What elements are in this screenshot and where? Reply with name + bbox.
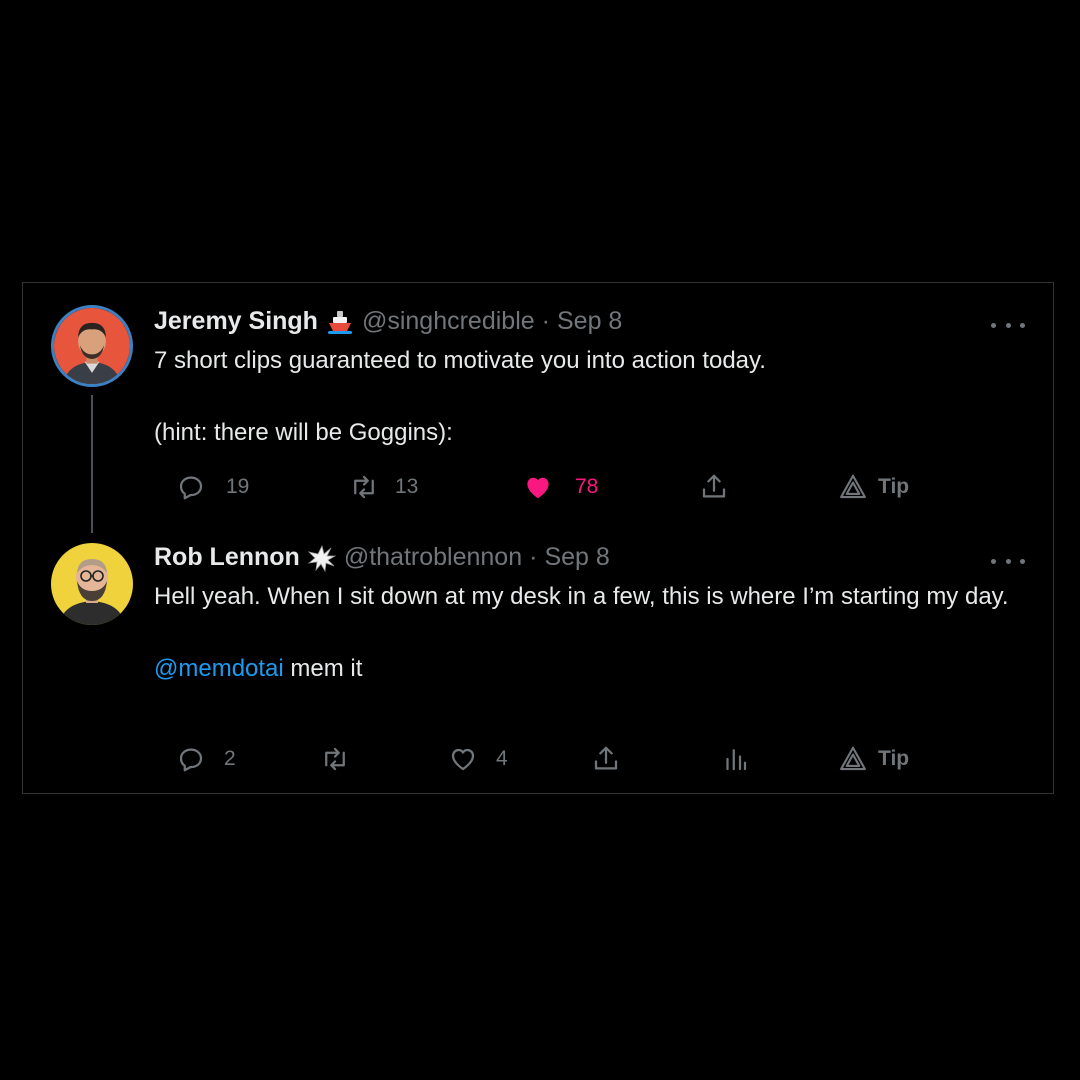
ship-icon: [326, 308, 354, 336]
explosion-icon: [307, 544, 336, 572]
tweet-line: (hint: there will be Goggins):: [154, 419, 453, 446]
tweet-thread-card: Jeremy Singh @singhcredible · Sep 8 7 sh…: [22, 282, 1054, 794]
separator-dot: ·: [541, 307, 550, 335]
user-handle[interactable]: @thatroblennon: [344, 543, 522, 572]
tip-label: Tip: [878, 747, 910, 770]
thread-connector-line: [91, 395, 93, 533]
reply-button[interactable]: 19: [176, 467, 249, 507]
avatar-jeremy-image: [54, 308, 130, 384]
tweet-header: Jeremy Singh @singhcredible · Sep 8: [154, 307, 622, 336]
analytics-button[interactable]: [720, 739, 750, 779]
reply-button[interactable]: 2: [176, 739, 236, 779]
share-button[interactable]: [591, 739, 621, 779]
share-icon: [702, 474, 726, 498]
retweet-icon: [325, 747, 345, 771]
more-options-icon[interactable]: [991, 313, 1025, 337]
tip-icon: [840, 474, 866, 499]
tweet-text: Hell yeah. When I sit down at my desk in…: [154, 579, 1034, 687]
like-button[interactable]: 78: [523, 467, 598, 507]
avatar-rob-image: [51, 543, 133, 625]
tweet-text: 7 short clips guaranteed to motivate you…: [154, 343, 1034, 451]
reply-count: 19: [226, 475, 250, 498]
tweet-date[interactable]: Sep 8: [544, 543, 609, 572]
tip-icon: [840, 746, 866, 771]
avatar[interactable]: [51, 543, 133, 625]
retweet-count: 13: [395, 475, 419, 498]
share-icon: [594, 746, 618, 770]
heart-filled-icon: [527, 477, 549, 499]
tweet-line: @memdotai mem it: [154, 651, 1034, 687]
tweet-line: Hell yeah. When I sit down at my desk in…: [154, 583, 1009, 610]
user-handle[interactable]: @singhcredible: [362, 307, 535, 336]
tweet-actions: 19 13 78 Tip: [154, 467, 954, 507]
tip-button[interactable]: Tip: [838, 739, 909, 779]
mention-link[interactable]: @memdotai: [154, 655, 284, 682]
retweet-icon: [354, 475, 374, 499]
display-name[interactable]: Rob Lennon: [154, 543, 300, 572]
like-count: 78: [575, 475, 599, 498]
retweet-button[interactable]: 13: [349, 467, 418, 507]
tip-label: Tip: [878, 475, 910, 498]
reply-icon: [179, 476, 203, 500]
more-options-icon[interactable]: [991, 549, 1025, 573]
tweet-line: 7 short clips guaranteed to motivate you…: [154, 347, 766, 374]
tweet-date[interactable]: Sep 8: [557, 307, 622, 336]
reply-icon: [179, 748, 203, 772]
mention-suffix: mem it: [283, 655, 363, 682]
separator-dot: ·: [529, 543, 538, 571]
heart-outline-icon: [451, 748, 475, 771]
tweet-header: Rob Lennon @thatroblennon · Sep 8: [154, 543, 610, 572]
analytics-icon: [726, 749, 747, 771]
avatar[interactable]: [51, 305, 133, 387]
share-button[interactable]: [699, 467, 729, 507]
like-count: 4: [496, 747, 508, 770]
display-name[interactable]: Jeremy Singh: [154, 307, 318, 336]
tip-button[interactable]: Tip: [838, 467, 909, 507]
like-button[interactable]: 4: [448, 739, 508, 779]
retweet-button[interactable]: [320, 739, 370, 779]
tweet-actions: 2 4 Tip: [154, 739, 954, 779]
reply-count: 2: [224, 747, 236, 770]
